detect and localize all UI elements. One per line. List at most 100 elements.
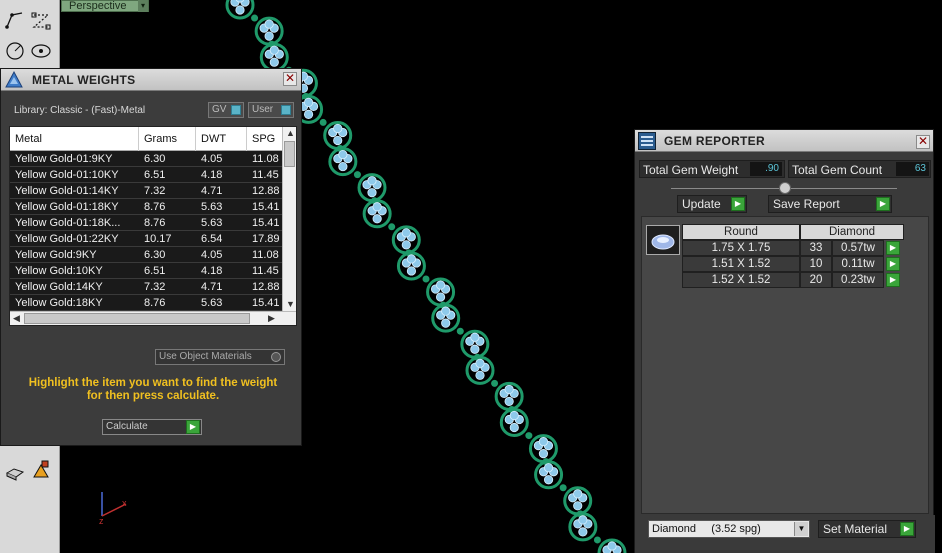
table-row[interactable]: Yellow Gold-01:18KY 8.76 5.63 15.41 (10, 199, 284, 215)
gem-reporter-title: GEM REPORTER (664, 134, 765, 148)
gem-stone (470, 332, 480, 342)
gv-knob-icon (231, 105, 241, 115)
round-gem-icon[interactable] (646, 225, 680, 255)
select-gem-row-icon[interactable]: ▶ (886, 241, 900, 255)
viewport-menu-arrow-icon[interactable]: ▾ (138, 0, 148, 12)
table-cell: 11.45 (252, 265, 279, 277)
table-row[interactable]: Yellow Gold-01:18K... 8.76 5.63 15.41 (10, 215, 284, 231)
collapse-handle-icon[interactable] (779, 182, 791, 194)
gem-weight-cell: 0.57tw (832, 240, 884, 256)
gem-stone (264, 19, 274, 29)
metal-weights-titlebar[interactable]: METAL WEIGHTS ✕ (1, 69, 301, 91)
gem-reporter-titlebar[interactable]: GEM REPORTER ✕ (635, 130, 933, 152)
scroll-right-icon[interactable]: ▶ (268, 313, 275, 324)
total-gem-weight: Total Gem Weight .90 (639, 160, 785, 178)
table-row[interactable]: Yellow Gold-01:10KY 6.51 4.18 11.45 (10, 167, 284, 183)
horizontal-scrollbar[interactable]: ◀ ▶ (10, 311, 296, 325)
gem-stone (475, 370, 485, 380)
gv-toggle[interactable]: GV (208, 102, 244, 118)
scroll-down-icon[interactable]: ▼ (286, 299, 295, 309)
gem-stone (372, 214, 382, 224)
use-object-materials-label: Use Object Materials (159, 351, 252, 362)
viewport-label[interactable]: Perspective (61, 0, 149, 12)
gem-reporter-logo-icon (638, 132, 656, 150)
select-gem-row-icon[interactable]: ▶ (886, 257, 900, 271)
col-metal[interactable]: Metal (15, 133, 42, 145)
gem-stone (509, 410, 519, 421)
col-spg[interactable]: SPG (252, 133, 275, 145)
table-cell: 4.05 (201, 249, 223, 261)
table-cell: Yellow Gold:9KY (15, 249, 97, 261)
table-row[interactable]: Yellow Gold:18KY 8.76 5.63 15.41 (10, 295, 284, 311)
ellipse-tool-icon[interactable] (28, 38, 54, 62)
close-icon[interactable]: ✕ (283, 72, 297, 86)
table-cell: 7.32 (144, 185, 166, 197)
table-cell: 6.30 (144, 249, 166, 261)
radio-icon[interactable] (271, 352, 281, 362)
calculate-label: Calculate (106, 421, 148, 432)
gv-label: GV (212, 104, 227, 115)
col-grams[interactable]: Grams (144, 133, 177, 145)
save-report-button[interactable]: Save Report ▶ (768, 195, 892, 213)
set-material-label: Set Material (823, 522, 888, 536)
close-icon[interactable]: ✕ (916, 135, 930, 149)
gem-count-cell: 10 (800, 256, 832, 272)
vertical-scrollbar[interactable]: ▲ ▼ (282, 127, 296, 313)
gem-stone (573, 501, 583, 511)
play-icon[interactable]: ▶ (900, 522, 914, 536)
gem-shape-header: Round (682, 224, 800, 240)
metal-table: Metal Grams DWT SPG Yellow Gold-01:9KY 6.… (9, 126, 297, 326)
curve-tool-icon[interactable] (28, 8, 54, 32)
update-button[interactable]: Update ▶ (677, 195, 747, 213)
table-cell: 7.32 (144, 281, 166, 293)
play-icon[interactable]: ▶ (876, 197, 890, 211)
use-object-materials-option[interactable]: Use Object Materials (155, 349, 285, 365)
user-toggle[interactable]: User (248, 102, 294, 118)
table-row[interactable]: Yellow Gold:9KY 6.30 4.05 11.08 (10, 247, 284, 263)
table-row[interactable]: Yellow Gold-01:22KY 10.17 6.54 17.89 (10, 231, 284, 247)
scroll-up-icon[interactable]: ▲ (286, 128, 295, 138)
table-cell: 10.17 (144, 233, 172, 245)
gem-stone (470, 344, 480, 354)
table-cell: 4.71 (201, 185, 223, 197)
table-cell: 4.18 (201, 265, 223, 277)
table-cell: 11.08 (252, 153, 279, 165)
table-row[interactable]: Yellow Gold:14KY 7.32 4.71 12.88 (10, 279, 284, 295)
paint-tool-icon[interactable] (28, 458, 54, 482)
material-select[interactable]: Diamond (3.52 spg) ▼ (648, 520, 810, 538)
table-cell: Yellow Gold-01:10KY (15, 169, 119, 181)
calculate-button[interactable]: Calculate ▶ (102, 419, 202, 435)
polyline-tool-icon[interactable] (2, 8, 28, 32)
chain-connector (456, 327, 464, 335)
play-icon[interactable]: ▶ (731, 197, 745, 211)
chevron-down-icon[interactable]: ▼ (794, 522, 808, 536)
vertical-scroll-thumb[interactable] (284, 141, 295, 167)
table-cell: 8.76 (144, 297, 166, 309)
table-cell: 12.88 (252, 281, 280, 293)
gem-count-cell: 33 (800, 240, 832, 256)
total-gem-weight-label: Total Gem Weight (643, 163, 739, 177)
gem-weight-cell: 0.23tw (832, 272, 884, 288)
select-gem-row-icon[interactable]: ▶ (886, 273, 900, 287)
table-row[interactable]: Yellow Gold:10KY 6.51 4.18 11.45 (10, 263, 284, 279)
table-cell: 8.76 (144, 201, 166, 213)
gem-stone (367, 188, 377, 198)
gem-stone (573, 489, 583, 499)
table-row[interactable]: Yellow Gold-01:9KY 6.30 4.05 11.08 (10, 151, 284, 167)
horizontal-scroll-thumb[interactable] (24, 313, 250, 324)
col-dwt[interactable]: DWT (201, 133, 226, 145)
scroll-left-icon[interactable]: ◀ (13, 313, 20, 324)
update-label: Update (682, 197, 721, 211)
circle-tool-icon[interactable] (2, 38, 28, 62)
set-material-button[interactable]: Set Material ▶ (818, 520, 916, 538)
gem-stone (441, 306, 451, 316)
table-row[interactable]: Yellow Gold-01:14KY 7.32 4.71 12.88 (10, 183, 284, 199)
gem-stone (303, 97, 314, 107)
table-cell: 6.54 (201, 233, 223, 245)
table-cell: Yellow Gold-01:18KY (15, 201, 119, 213)
play-icon[interactable]: ▶ (186, 420, 200, 434)
gem-stone (303, 109, 314, 119)
box-tool-icon[interactable] (2, 458, 28, 482)
table-cell: Yellow Gold:14KY (15, 281, 103, 293)
table-cell: 8.76 (144, 217, 166, 229)
